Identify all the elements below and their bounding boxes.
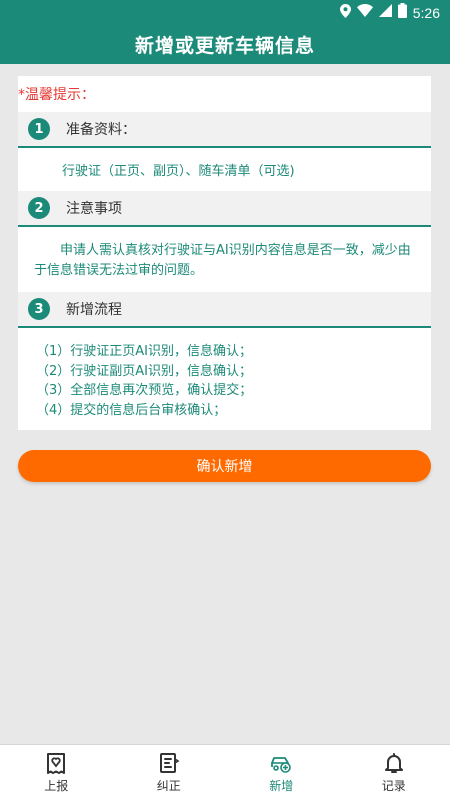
section-1-title: 准备资料：	[66, 122, 136, 138]
tip-label: *温馨提示：	[18, 87, 95, 103]
step-number-badge: 3	[28, 298, 50, 320]
wifi-icon	[356, 4, 373, 21]
process-step: （4）提交的信息后台审核确认；	[36, 402, 227, 418]
location-icon	[339, 3, 351, 22]
confirm-add-button[interactable]: 确认新增	[18, 450, 431, 482]
bottom-tab-bar: 上报 纠正 新增 记录	[0, 744, 450, 800]
tab-records[interactable]: 记录	[338, 745, 450, 800]
process-step: （2）行驶证副页AI识别，信息确认；	[36, 363, 252, 379]
materials-text: 行驶证（正页、副页）、随车清单（可选)	[62, 163, 295, 179]
car-add-icon	[271, 757, 292, 773]
status-bar: 5:26	[0, 0, 450, 24]
section-1-header: 1 准备资料：	[18, 112, 431, 148]
section-3-header: 3 新增流程	[18, 292, 431, 328]
section-2-header: 2 注意事项	[18, 191, 431, 227]
section-3-title: 新增流程	[66, 302, 122, 318]
bell-icon	[384, 753, 403, 773]
tab-report[interactable]: 上报	[0, 745, 113, 800]
section-1-body: 行驶证（正页、副页）、随车清单（可选)	[18, 150, 431, 188]
tab-label: 纠正	[156, 779, 181, 793]
process-step: （1）行驶证正页AI识别，信息确认；	[36, 344, 252, 359]
signal-icon	[378, 4, 392, 21]
status-time: 5:26	[412, 4, 440, 21]
page-title: 新增或更新车辆信息	[134, 34, 315, 57]
report-icon	[47, 753, 66, 774]
tab-add[interactable]: 新增	[225, 745, 338, 800]
app-bar: 新增或更新车辆信息	[0, 24, 450, 64]
info-card: *温馨提示： 1 准备资料： 行驶证（正页、副页）、随车清单（可选) 2 注意事…	[18, 76, 431, 430]
tab-label: 上报	[44, 779, 69, 793]
tab-label: 记录	[381, 779, 406, 793]
section-2-body: 申请人需认真核对行驶证与AI识别内容信息是否一致，减少由于信息错误无法过审的问题…	[34, 243, 411, 278]
tab-label: 新增	[269, 779, 294, 793]
section-2-title: 注意事项	[66, 201, 122, 217]
battery-icon	[397, 3, 407, 22]
step-number-badge: 2	[28, 197, 50, 219]
tab-correct[interactable]: 纠正	[113, 745, 226, 800]
step-number-badge: 1	[28, 118, 50, 140]
correct-icon	[159, 753, 180, 773]
process-step: （3）全部信息再次预览，确认提交；	[36, 383, 253, 398]
section-3-body: （1）行驶证正页AI识别，信息确认； （2）行驶证副页AI识别，信息确认； （3…	[18, 334, 431, 420]
